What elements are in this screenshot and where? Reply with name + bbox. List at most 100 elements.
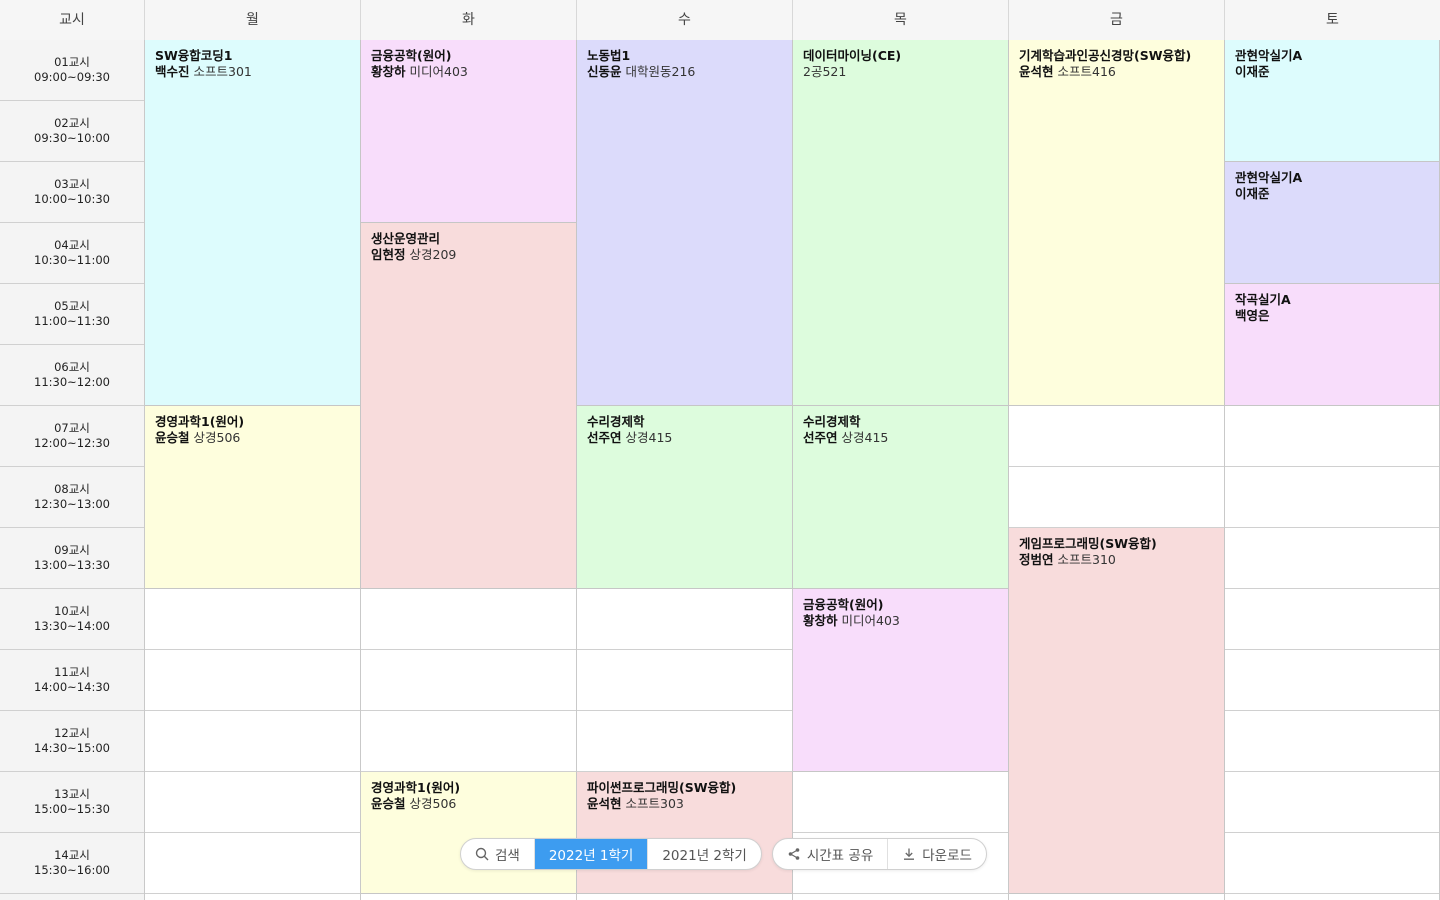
- course-block[interactable]: SW융합코딩1 백수진 소프트301: [145, 40, 361, 406]
- course-professor: 선주연: [803, 430, 838, 445]
- period-column-header: 교시: [0, 0, 145, 40]
- course-room: 상경506: [193, 430, 241, 445]
- period-time: 09:30~10:00: [34, 131, 110, 145]
- course-professor: 백영은: [1235, 308, 1270, 323]
- period-time: 14:00~14:30: [34, 680, 110, 694]
- period-cell: 14교시 15:30~16:00: [0, 833, 144, 894]
- course-professor: 윤승철: [371, 796, 406, 811]
- period-name: 01교시: [54, 55, 90, 69]
- period-time: 15:30~16:00: [34, 863, 110, 877]
- course-detail: 선주연 상경415: [803, 430, 998, 446]
- course-block[interactable]: 파이썬프로그래밍(SW융합) 윤석현 소프트303: [577, 772, 793, 894]
- download-icon: [904, 848, 915, 860]
- period-cell: 05교시 11:00~11:30: [0, 284, 144, 345]
- search-button[interactable]: 검색: [461, 839, 535, 869]
- period-time: 11:30~12:00: [34, 375, 110, 389]
- course-block[interactable]: 경영과학1(원어) 윤승철 상경506: [361, 772, 577, 894]
- period-name: 12교시: [54, 726, 90, 740]
- period-cell: 07교시 12:00~12:30: [0, 406, 144, 467]
- day-header-fri: 금: [1009, 0, 1225, 40]
- course-title: 데이터마이닝(CE): [803, 48, 902, 63]
- course-block[interactable]: 관현악실기A 이재준: [1225, 162, 1440, 284]
- course-professor: 임현정: [371, 247, 406, 262]
- course-block[interactable]: 작곡실기A 백영은: [1225, 284, 1440, 406]
- share-label: 시간표 공유: [806, 848, 874, 864]
- period-column: 01교시 09:00~09:30 02교시 09:30~10:00 03교시 10:00~…: [0, 40, 145, 900]
- semester-tab-current[interactable]: 2022년 1학기: [534, 839, 649, 869]
- course-block[interactable]: 수리경제학 선주연 상경415: [793, 406, 1009, 589]
- course-block[interactable]: 기계학습과인공신경망(SW융합) 윤석현 소프트416: [1009, 40, 1225, 406]
- course-title: 파이썬프로그래밍(SW융합): [587, 780, 737, 795]
- course-block[interactable]: 생산운영관리 임현정 상경209: [361, 223, 577, 589]
- course-detail: 황창하 미디어403: [803, 613, 998, 629]
- period-time: 10:00~10:30: [34, 192, 110, 206]
- share-timetable-button[interactable]: 시간표 공유: [773, 839, 889, 869]
- course-block[interactable]: 관현악실기A 이재준: [1225, 40, 1440, 162]
- course-detail: 윤승철 상경506: [371, 796, 566, 812]
- period-name: 04교시: [54, 238, 90, 252]
- period-time: 12:00~12:30: [34, 436, 110, 450]
- day-header-sat: 토: [1326, 12, 1339, 28]
- timetable: 교시 월 화 수 목 금 토 01교시 09:00~09:30 02교시 09:30~…: [0, 0, 1440, 900]
- period-cell: 04교시 10:30~11:00: [0, 223, 144, 284]
- period-cell: 06교시 11:30~12:00: [0, 345, 144, 406]
- course-room: 상경209: [409, 247, 457, 262]
- semester-current-label: 2022년 1학기: [548, 848, 634, 864]
- course-room: 대학원동216: [625, 64, 696, 79]
- day-header-wed: 수: [577, 0, 793, 40]
- course-professor: 신동윤: [587, 64, 622, 79]
- course-block[interactable]: 게임프로그래밍(SW융합) 정범연 소프트310: [1009, 528, 1225, 894]
- period-cell: 11교시 14:00~14:30: [0, 650, 144, 711]
- course-title: 금융공학(원어): [371, 48, 452, 63]
- period-cell: 09교시 13:00~13:30: [0, 528, 144, 589]
- course-room: 상경415: [841, 430, 889, 445]
- period-name: 07교시: [54, 421, 90, 435]
- period-name: 05교시: [54, 299, 90, 313]
- course-detail: 선주연 상경415: [587, 430, 782, 446]
- course-title: 관현악실기A: [1235, 48, 1303, 63]
- course-block[interactable]: 수리경제학 선주연 상경415: [577, 406, 793, 589]
- course-professor: 황창하: [803, 613, 838, 628]
- period-name: 10교시: [54, 604, 90, 618]
- course-block[interactable]: 금융공학(원어) 황창하 미디어403: [361, 40, 577, 223]
- course-room: 소프트310: [1057, 552, 1116, 567]
- course-title: 노동법1: [587, 48, 631, 63]
- course-room: 2공521: [803, 64, 847, 79]
- course-detail: 이재준: [1235, 64, 1429, 80]
- course-detail: 백영은: [1235, 308, 1429, 324]
- period-cell: 08교시 12:30~13:00: [0, 467, 144, 528]
- course-title: 금융공학(원어): [803, 597, 884, 612]
- share-icon: [788, 848, 800, 860]
- course-detail: 백수진 소프트301: [155, 64, 350, 80]
- period-cell: 01교시 09:00~09:30: [0, 40, 144, 101]
- period-time: 13:30~14:00: [34, 619, 110, 633]
- course-block[interactable]: 노동법1 신동윤 대학원동216: [577, 40, 793, 406]
- course-professor: 황창하: [371, 64, 406, 79]
- course-professor: 정범연: [1019, 552, 1054, 567]
- course-block[interactable]: 금융공학(원어) 황창하 미디어403: [793, 589, 1009, 772]
- course-detail: 황창하 미디어403: [371, 64, 566, 80]
- semester-tab-previous[interactable]: 2021년 2학기: [648, 839, 761, 869]
- course-block[interactable]: 데이터마이닝(CE) 2공521: [793, 40, 1009, 406]
- period-name: 13교시: [54, 787, 90, 801]
- course-room: 소프트303: [625, 796, 684, 811]
- course-block[interactable]: 경영과학1(원어) 윤승철 상경506: [145, 406, 361, 589]
- period-name: 02교시: [54, 116, 90, 130]
- course-title: 기계학습과인공신경망(SW융합): [1019, 48, 1192, 63]
- course-detail: 윤석현 소프트303: [587, 796, 782, 812]
- period-time: 11:00~11:30: [34, 314, 110, 328]
- period-cell: 03교시 10:00~10:30: [0, 162, 144, 223]
- course-professor: 이재준: [1235, 186, 1270, 201]
- period-name: 03교시: [54, 177, 90, 191]
- course-detail: 정범연 소프트310: [1019, 552, 1214, 568]
- course-title: 관현악실기A: [1235, 170, 1303, 185]
- search-icon: [475, 847, 489, 861]
- download-button[interactable]: 다운로드: [888, 839, 986, 869]
- course-room: 소프트301: [193, 64, 252, 79]
- timetable-header: 교시 월 화 수 목 금 토: [0, 0, 1440, 41]
- semester-prev-label: 2021년 2학기: [662, 848, 747, 864]
- course-title: 게임프로그래밍(SW융합): [1019, 536, 1157, 551]
- period-time: 10:30~11:00: [34, 253, 110, 267]
- course-title: 생산운영관리: [371, 231, 441, 246]
- course-title: 작곡실기A: [1235, 292, 1291, 307]
